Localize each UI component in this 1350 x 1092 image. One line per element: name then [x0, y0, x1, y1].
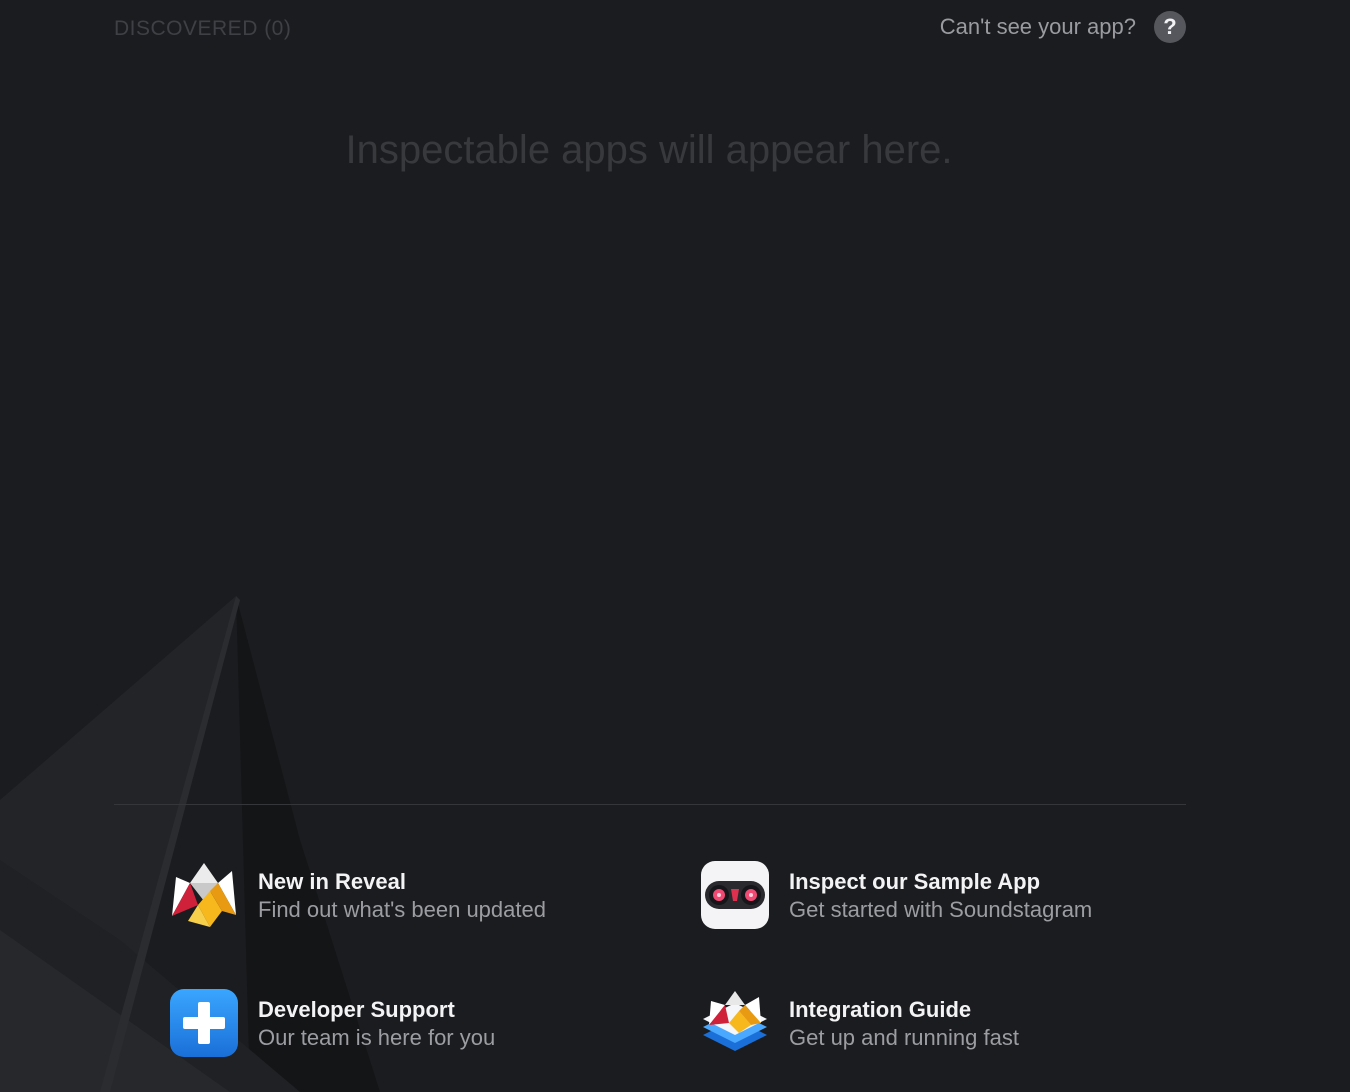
soundstagram-icon — [701, 861, 769, 929]
link-title: Integration Guide — [789, 997, 972, 1022]
link-subtitle: Find out what's been updated — [258, 897, 546, 922]
link-title: New in Reveal — [258, 869, 406, 894]
integration-guide-link[interactable]: Integration Guide Get up and running fas… — [701, 989, 1181, 1059]
divider — [114, 804, 1186, 805]
reveal-window: DISCOVERED (0) Can't see your app? ? Ins… — [0, 0, 1350, 1092]
support-plus-icon — [170, 989, 238, 1057]
discovered-count-label: DISCOVERED (0) — [114, 17, 292, 40]
reveal-logo-icon — [172, 863, 236, 927]
empty-state-message: Inspectable apps will appear here. — [345, 128, 953, 172]
link-subtitle: Our team is here for you — [258, 1025, 496, 1050]
link-subtitle: Get up and running fast — [789, 1025, 1019, 1050]
cant-see-app-link[interactable]: Can't see your app? — [940, 14, 1136, 40]
inspect-sample-app-link[interactable]: Inspect our Sample App Get started with … — [701, 861, 1181, 931]
link-subtitle: Get started with Soundstagram — [789, 897, 1093, 922]
help-button[interactable]: ? — [1154, 11, 1186, 43]
link-title: Developer Support — [258, 997, 455, 1022]
integration-guide-icon — [703, 991, 767, 1051]
link-title: Inspect our Sample App — [789, 869, 1041, 894]
new-in-reveal-link[interactable]: New in Reveal Find out what's been updat… — [170, 861, 650, 931]
developer-support-link[interactable]: Developer Support Our team is here for y… — [170, 989, 650, 1059]
